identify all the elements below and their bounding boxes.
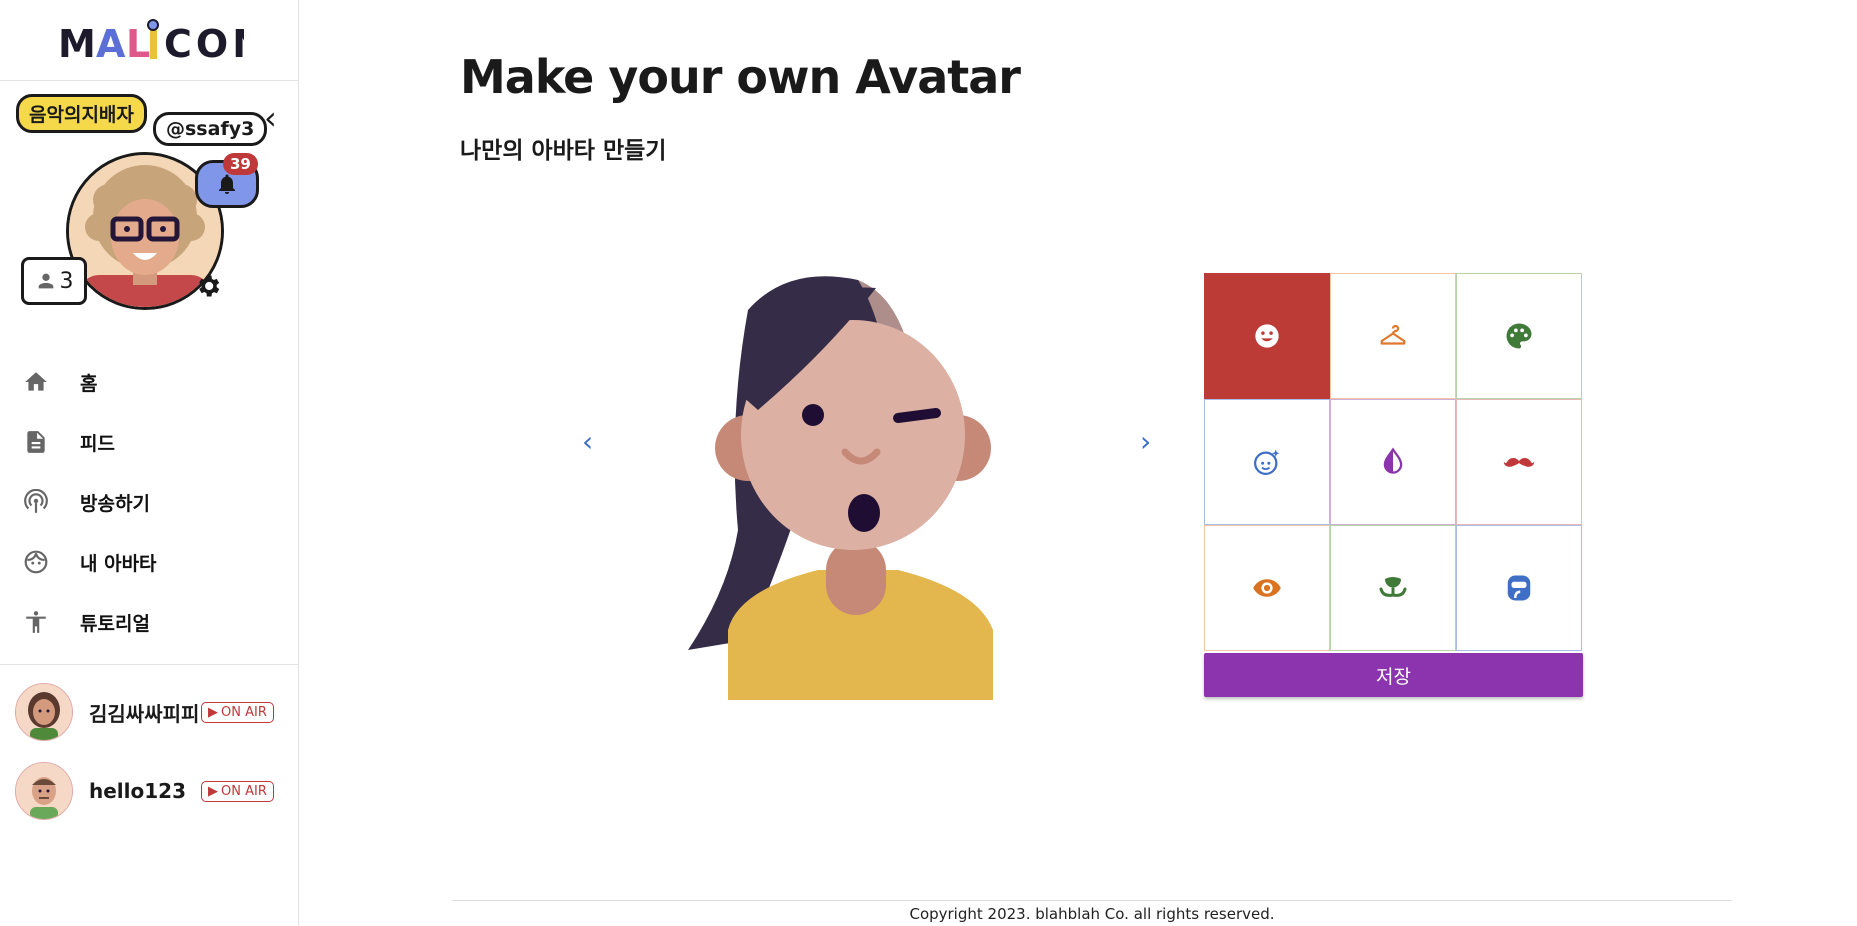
nav-item-home[interactable]: 홈 — [0, 352, 298, 412]
nav-label: 홈 — [80, 372, 98, 395]
live-user-item[interactable]: hello123 ▶ ON AIR — [15, 762, 295, 820]
on-air-badge[interactable]: ▶ ON AIR — [201, 701, 274, 723]
live-user-item[interactable]: 김김싸싸피피 ▶ ON AIR — [15, 683, 295, 741]
mouth-icon — [1379, 577, 1407, 597]
option-mouth[interactable] — [1330, 525, 1456, 651]
face-sparkle-icon — [1254, 449, 1280, 475]
face-smile-icon — [1255, 324, 1279, 348]
nav-label: 내 아바타 — [80, 552, 157, 575]
sidebar: M A L CON 음악의지배자 @ssafy3 ‹ 39 3 — [0, 0, 299, 926]
option-mask[interactable] — [1456, 525, 1582, 651]
logo-image: M A L CON — [58, 19, 244, 65]
follower-count-bubble[interactable]: 3 — [21, 257, 87, 305]
save-button[interactable]: 저장 — [1204, 653, 1583, 697]
nav-label: 피드 — [80, 432, 115, 455]
option-face[interactable] — [1204, 273, 1330, 399]
avatar-preview-image — [688, 276, 993, 700]
option-color[interactable] — [1456, 273, 1582, 399]
user-handle: @ssafy3 — [153, 112, 268, 146]
chevron-left-icon[interactable]: ‹ — [582, 428, 593, 456]
nav-item-my-avatar[interactable]: 내 아바타 — [0, 532, 298, 592]
feed-icon — [22, 428, 50, 456]
live-user-name: hello123 — [89, 779, 187, 803]
avatar — [15, 762, 73, 820]
chevron-right-icon[interactable]: › — [1140, 428, 1151, 456]
collapse-sidebar-icon[interactable]: ‹ — [264, 102, 277, 134]
live-user-name: 김김싸싸피피 — [89, 701, 200, 726]
nav-item-tutorial[interactable]: 튜토리얼 — [0, 592, 298, 652]
customization-options-grid — [1204, 273, 1583, 651]
play-icon: ▶ — [208, 783, 218, 799]
avatar — [15, 683, 73, 741]
bell-icon — [219, 174, 235, 194]
on-air-label: ON AIR — [221, 704, 267, 720]
svg-text:A: A — [96, 22, 126, 65]
svg-text:L: L — [126, 22, 150, 65]
hanger-icon — [1380, 324, 1406, 345]
page-subtitle: 나만의 아바타 만들기 — [460, 138, 667, 164]
mustache-icon — [1503, 458, 1535, 467]
avatar-preview — [688, 270, 1018, 700]
option-facial-hair[interactable] — [1456, 399, 1582, 525]
on-air-badge[interactable]: ▶ ON AIR — [201, 780, 274, 802]
mask-icon — [1507, 575, 1531, 601]
nav-item-broadcast[interactable]: 방송하기 — [0, 472, 298, 532]
contrast-drop-icon — [1383, 447, 1403, 474]
nav-label: 튜토리얼 — [80, 612, 150, 635]
person-icon — [38, 273, 53, 289]
notification-count-badge: 39 — [223, 153, 258, 175]
accessibility-icon — [22, 608, 50, 636]
nav-label: 방송하기 — [80, 492, 150, 515]
option-eyes[interactable] — [1204, 525, 1330, 651]
page-title: Make your own Avatar — [460, 50, 1021, 104]
option-face-accessory[interactable] — [1204, 399, 1330, 525]
follower-count: 3 — [59, 268, 74, 294]
sidebar-divider — [0, 664, 298, 665]
title-badge: 음악의지배자 — [16, 94, 147, 133]
eye-icon — [1253, 579, 1281, 597]
nav-item-feed[interactable]: 피드 — [0, 412, 298, 472]
option-skin-tone[interactable] — [1330, 399, 1456, 525]
play-icon: ▶ — [208, 704, 218, 720]
footer-copyright: Copyright 2023. blahblah Co. all rights … — [909, 905, 1275, 923]
on-air-label: ON AIR — [221, 783, 267, 799]
option-clothes[interactable] — [1330, 273, 1456, 399]
footer-divider — [452, 900, 1732, 901]
palette-icon — [1506, 323, 1532, 349]
face-icon — [22, 548, 50, 576]
home-icon — [22, 368, 50, 396]
svg-text:CON: CON — [164, 22, 244, 65]
gear-icon[interactable] — [194, 272, 222, 306]
main-nav: 홈 피드 방송하기 내 아바타 튜토리얼 — [0, 352, 298, 652]
logo[interactable]: M A L CON — [0, 0, 298, 81]
broadcast-icon — [22, 488, 50, 516]
